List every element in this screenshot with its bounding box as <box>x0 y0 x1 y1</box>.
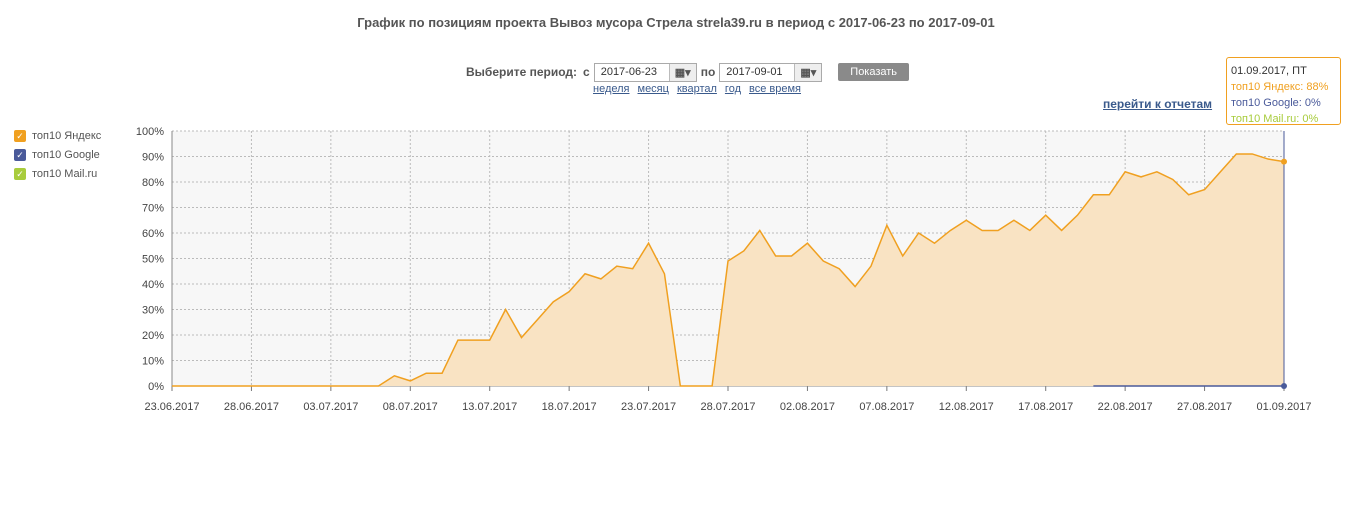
x-tick-label: 01.09.2017 <box>1256 401 1311 413</box>
x-tick-label: 23.06.2017 <box>144 401 199 413</box>
y-tick-label: 50% <box>142 254 164 266</box>
x-tick-label: 17.08.2017 <box>1018 401 1073 413</box>
y-tick-label: 40% <box>142 279 164 291</box>
x-tick-label: 13.07.2017 <box>462 401 517 413</box>
x-tick-label: 22.08.2017 <box>1098 401 1153 413</box>
x-tick-label: 27.08.2017 <box>1177 401 1232 413</box>
x-tick-label: 28.06.2017 <box>224 401 279 413</box>
y-tick-label: 20% <box>142 330 164 342</box>
x-tick-label: 18.07.2017 <box>542 401 597 413</box>
y-tick-label: 60% <box>142 228 164 240</box>
y-tick-label: 0% <box>148 381 164 393</box>
x-tick-label: 03.07.2017 <box>303 401 358 413</box>
y-tick-label: 90% <box>142 152 164 164</box>
x-tick-label: 08.07.2017 <box>383 401 438 413</box>
x-tick-label: 12.08.2017 <box>939 401 994 413</box>
y-tick-label: 70% <box>142 203 164 215</box>
x-tick-label: 07.08.2017 <box>859 401 914 413</box>
x-tick-label: 23.07.2017 <box>621 401 676 413</box>
y-tick-label: 100% <box>136 126 164 138</box>
y-tick-label: 30% <box>142 305 164 317</box>
x-tick-label: 02.08.2017 <box>780 401 835 413</box>
google-hover-point <box>1281 383 1287 389</box>
yandex-hover-point <box>1281 158 1287 165</box>
y-tick-label: 80% <box>142 177 164 189</box>
y-tick-label: 10% <box>142 356 164 368</box>
x-tick-label: 28.07.2017 <box>700 401 755 413</box>
positions-chart: 0% 10% 20% 30% 40% 50% 60% 70% 80% 90% 100% 23.06.2… <box>136 126 1312 413</box>
